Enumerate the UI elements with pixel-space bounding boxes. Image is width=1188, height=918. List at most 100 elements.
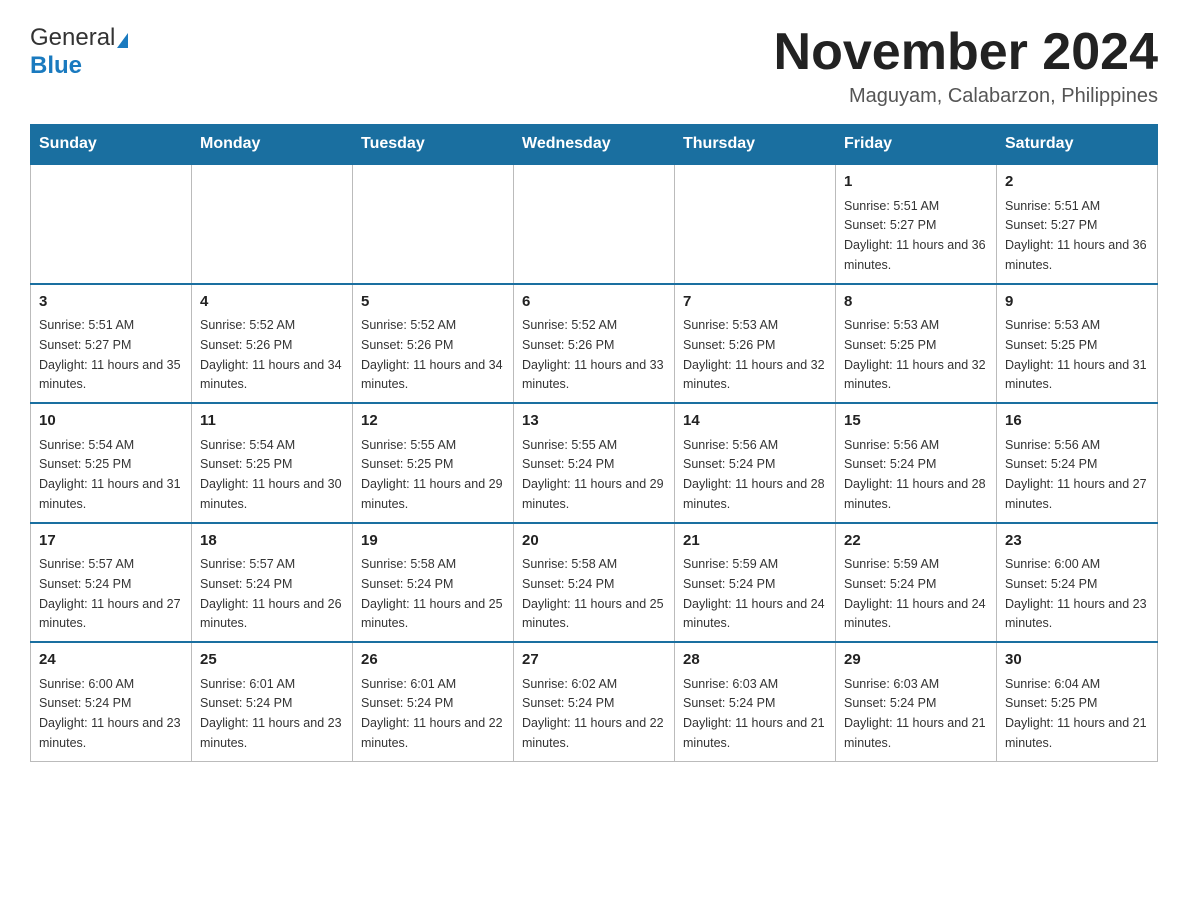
day-number: 9: [1005, 291, 1149, 314]
day-number: 5: [361, 291, 505, 314]
day-number: 16: [1005, 410, 1149, 433]
header: General Blue November 2024 Maguyam, Cala…: [30, 24, 1158, 108]
day-number: 17: [39, 530, 183, 553]
day-number: 29: [844, 649, 988, 672]
calendar-cell: 30Sunrise: 6:04 AMSunset: 5:25 PMDayligh…: [997, 642, 1158, 761]
day-number: 26: [361, 649, 505, 672]
calendar-cell: [353, 164, 514, 284]
day-number: 21: [683, 530, 827, 553]
calendar-cell: [514, 164, 675, 284]
day-info: Sunrise: 5:51 AMSunset: 5:27 PMDaylight:…: [1005, 199, 1147, 272]
calendar-cell: 1Sunrise: 5:51 AMSunset: 5:27 PMDaylight…: [836, 164, 997, 284]
calendar-cell: 24 Sunrise: 6:00 AMSunset: 5:24 PMDayligh…: [31, 642, 192, 761]
calendar-header-monday: Monday: [192, 125, 353, 165]
day-info: Sunrise: 6:03 AMSunset: 5:24 PMDaylight:…: [844, 677, 986, 750]
logo-general-text: General: [30, 24, 115, 52]
calendar-week-row: 10Sunrise: 5:54 AMSunset: 5:25 PMDayligh…: [31, 403, 1158, 523]
calendar-cell: 22Sunrise: 5:59 AMSunset: 5:24 PMDayligh…: [836, 523, 997, 643]
calendar-cell: 17 Sunrise: 5:57 AMSunset: 5:24 PMDayligh…: [31, 523, 192, 643]
day-info: Sunrise: 6:01 AMSunset: 5:24 PMDaylight:…: [361, 677, 503, 750]
day-number: 23: [1005, 530, 1149, 553]
calendar-header-wednesday: Wednesday: [514, 125, 675, 165]
calendar-cell: 13 Sunrise: 5:55 AMSunset: 5:24 PMDayligh…: [514, 403, 675, 523]
day-info: Sunrise: 6:01 AMSunset: 5:24 PMDaylight:…: [200, 677, 342, 750]
day-info: Sunrise: 5:57 AMSunset: 5:24 PMDaylight:…: [200, 557, 342, 630]
day-info: Sunrise: 5:58 AMSunset: 5:24 PMDaylight:…: [522, 557, 664, 630]
day-number: 25: [200, 649, 344, 672]
day-number: 27: [522, 649, 666, 672]
calendar-cell: 16Sunrise: 5:56 AMSunset: 5:24 PMDayligh…: [997, 403, 1158, 523]
day-number: 10: [39, 410, 183, 433]
day-info: Sunrise: 5:55 AMSunset: 5:25 PMDaylight:…: [361, 438, 503, 511]
calendar-cell: 29 Sunrise: 6:03 AMSunset: 5:24 PMDayligh…: [836, 642, 997, 761]
day-number: 22: [844, 530, 988, 553]
calendar-week-row: 1 Sunrise: 5:51 AMSunset: 5:27 PMDaylight…: [31, 164, 1158, 284]
calendar-week-row: 17 Sunrise: 5:57 AMSunset: 5:24 PMDayligh…: [31, 523, 1158, 643]
calendar-header-saturday: Saturday: [997, 125, 1158, 165]
day-number: 8: [844, 291, 988, 314]
day-number: 30: [1005, 649, 1149, 672]
month-title: November 2024: [774, 24, 1158, 81]
day-number: 15: [844, 410, 988, 433]
day-info: Sunrise: 5:55 AMSunset: 5:24 PMDaylight:…: [522, 438, 664, 511]
calendar-cell: 27Sunrise: 6:02 AMSunset: 5:24 PMDayligh…: [514, 642, 675, 761]
calendar-cell: 28Sunrise: 6:03 AMSunset: 5:24 PMDayligh…: [675, 642, 836, 761]
day-info: Sunrise: 5:59 AMSunset: 5:24 PMDaylight:…: [683, 557, 825, 630]
calendar-week-row: 3Sunrise: 5:51 AMSunset: 5:27 PMDaylight…: [31, 284, 1158, 404]
day-number: 13: [522, 410, 666, 433]
title-area: November 2024 Maguyam, Calabarzon, Phili…: [774, 24, 1158, 108]
day-number: 18: [200, 530, 344, 553]
day-number: 24: [39, 649, 183, 672]
day-info: Sunrise: 5:52 AMSunset: 5:26 PMDaylight:…: [361, 318, 503, 391]
calendar-header-sunday: Sunday: [31, 125, 192, 165]
calendar-cell: 3Sunrise: 5:51 AMSunset: 5:27 PMDaylight…: [31, 284, 192, 404]
calendar-cell: 10Sunrise: 5:54 AMSunset: 5:25 PMDayligh…: [31, 403, 192, 523]
day-info: Sunrise: 5:56 AMSunset: 5:24 PMDaylight:…: [683, 438, 825, 511]
calendar-cell: 18 Sunrise: 5:57 AMSunset: 5:24 PMDayligh…: [192, 523, 353, 643]
calendar-cell: 9 Sunrise: 5:53 AMSunset: 5:25 PMDaylight…: [997, 284, 1158, 404]
calendar-week-row: 24 Sunrise: 6:00 AMSunset: 5:24 PMDayligh…: [31, 642, 1158, 761]
calendar-header-tuesday: Tuesday: [353, 125, 514, 165]
calendar-cell: 11Sunrise: 5:54 AMSunset: 5:25 PMDayligh…: [192, 403, 353, 523]
day-info: Sunrise: 6:03 AMSunset: 5:24 PMDaylight:…: [683, 677, 825, 750]
day-info: Sunrise: 5:51 AMSunset: 5:27 PMDaylight:…: [39, 318, 181, 391]
day-number: 19: [361, 530, 505, 553]
day-number: 4: [200, 291, 344, 314]
calendar-cell: 14 Sunrise: 5:56 AMSunset: 5:24 PMDayligh…: [675, 403, 836, 523]
logo: General Blue: [30, 24, 128, 80]
day-info: Sunrise: 5:52 AMSunset: 5:26 PMDaylight:…: [522, 318, 664, 391]
day-number: 11: [200, 410, 344, 433]
calendar-cell: [31, 164, 192, 284]
day-info: Sunrise: 5:52 AMSunset: 5:26 PMDaylight:…: [200, 318, 342, 391]
calendar-table: SundayMondayTuesdayWednesdayThursdayFrid…: [30, 124, 1158, 762]
day-number: 7: [683, 291, 827, 314]
calendar-cell: 19Sunrise: 5:58 AMSunset: 5:24 PMDayligh…: [353, 523, 514, 643]
calendar-cell: 2 Sunrise: 5:51 AMSunset: 5:27 PMDaylight…: [997, 164, 1158, 284]
day-number: 6: [522, 291, 666, 314]
day-number: 14: [683, 410, 827, 433]
calendar-cell: [675, 164, 836, 284]
day-info: Sunrise: 6:00 AMSunset: 5:24 PMDaylight:…: [1005, 557, 1147, 630]
calendar-cell: 4 Sunrise: 5:52 AMSunset: 5:26 PMDaylight…: [192, 284, 353, 404]
day-info: Sunrise: 5:53 AMSunset: 5:25 PMDaylight:…: [1005, 318, 1147, 391]
day-info: Sunrise: 6:00 AMSunset: 5:24 PMDaylight:…: [39, 677, 181, 750]
calendar-cell: 21 Sunrise: 5:59 AMSunset: 5:24 PMDayligh…: [675, 523, 836, 643]
calendar-header-friday: Friday: [836, 125, 997, 165]
location-subtitle: Maguyam, Calabarzon, Philippines: [774, 85, 1158, 108]
day-info: Sunrise: 5:53 AMSunset: 5:25 PMDaylight:…: [844, 318, 986, 391]
calendar-header-row: SundayMondayTuesdayWednesdayThursdayFrid…: [31, 125, 1158, 165]
calendar-cell: 12 Sunrise: 5:55 AMSunset: 5:25 PMDayligh…: [353, 403, 514, 523]
day-number: 1: [844, 171, 988, 194]
day-number: 12: [361, 410, 505, 433]
calendar-header-thursday: Thursday: [675, 125, 836, 165]
day-number: 20: [522, 530, 666, 553]
calendar-cell: 25 Sunrise: 6:01 AMSunset: 5:24 PMDayligh…: [192, 642, 353, 761]
calendar-cell: 15Sunrise: 5:56 AMSunset: 5:24 PMDayligh…: [836, 403, 997, 523]
day-info: Sunrise: 5:57 AMSunset: 5:24 PMDaylight:…: [39, 557, 181, 630]
calendar-cell: 23 Sunrise: 6:00 AMSunset: 5:24 PMDayligh…: [997, 523, 1158, 643]
calendar-cell: 20 Sunrise: 5:58 AMSunset: 5:24 PMDayligh…: [514, 523, 675, 643]
calendar-cell: [192, 164, 353, 284]
calendar-cell: 7Sunrise: 5:53 AMSunset: 5:26 PMDaylight…: [675, 284, 836, 404]
day-number: 2: [1005, 171, 1149, 194]
calendar-cell: 5 Sunrise: 5:52 AMSunset: 5:26 PMDaylight…: [353, 284, 514, 404]
